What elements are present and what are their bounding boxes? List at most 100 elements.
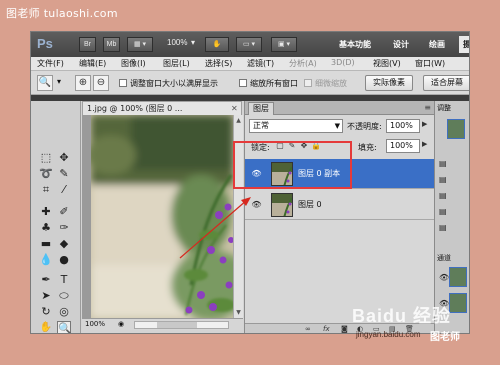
quick-select-tool-icon[interactable]: ✎	[57, 167, 71, 181]
layers-panel-header: 图层 ≡	[245, 101, 435, 115]
site-watermark: 图老师 tulaoshi.com	[6, 7, 118, 20]
list-item-icon[interactable]: ▤	[439, 191, 447, 200]
menu-3d[interactable]: 3D(D)	[331, 58, 355, 67]
mask-icon[interactable]: ◙	[341, 325, 348, 333]
menu-file[interactable]: 文件(F)	[37, 58, 64, 69]
workspace-photo[interactable]: 摄	[459, 36, 469, 53]
menu-view[interactable]: 视图(V)	[373, 58, 401, 69]
layer-name[interactable]: 图层 0	[298, 199, 322, 210]
document-status-bar: 100% ◉	[82, 318, 243, 330]
opacity-slider-icon[interactable]: ▶	[422, 120, 427, 128]
layers-tab[interactable]: 图层	[248, 102, 274, 115]
blend-mode-value: 正常	[253, 121, 269, 130]
pen-tool-icon[interactable]: ✒	[39, 273, 53, 287]
fill-input[interactable]: 100%	[386, 139, 420, 153]
list-item-icon[interactable]: ▤	[439, 207, 447, 216]
bridge-button[interactable]: Br	[79, 37, 96, 52]
hand-tool-icon[interactable]: ✋	[39, 321, 53, 333]
visibility-eye-icon[interactable]: 👁	[250, 198, 263, 211]
adjustments-tab[interactable]: 调整	[437, 103, 451, 113]
status-info-icon[interactable]: ◉	[118, 320, 124, 328]
list-item-icon[interactable]: ▤	[439, 159, 447, 168]
move-tool-icon[interactable]: ✥	[57, 151, 71, 165]
channel-thumbnail[interactable]	[449, 293, 467, 313]
opacity-label: 不透明度:	[347, 122, 382, 131]
eyedropper-tool-icon[interactable]: ⁄	[57, 183, 71, 197]
titlebar-zoom[interactable]: 100%	[167, 38, 187, 47]
brush-tool-icon[interactable]: ✐	[57, 205, 71, 219]
panel-menu-icon[interactable]: ≡	[424, 103, 431, 112]
workspace-basic[interactable]: 基本功能	[339, 39, 371, 50]
document-tab[interactable]: 1.jpg @ 100% (图层 0 ...	[82, 101, 242, 115]
channel-thumbnail[interactable]	[449, 267, 467, 287]
shape-tool-icon[interactable]: ⬭	[57, 289, 71, 303]
fit-screen-button[interactable]: 适合屏幕	[423, 75, 469, 91]
document-canvas[interactable]	[91, 115, 233, 318]
zoom-all-label: 缩放所有窗口	[250, 79, 298, 88]
crop-tool-icon[interactable]: ⌗	[39, 183, 53, 197]
eraser-tool-icon[interactable]: ▬	[39, 237, 53, 251]
menu-analysis[interactable]: 分析(A)	[289, 58, 317, 69]
fill-slider-icon[interactable]: ▶	[422, 140, 427, 148]
zoom-tool-icon[interactable]: 🔍	[57, 321, 72, 333]
zoom-dropdown-icon[interactable]: ▾	[191, 38, 195, 47]
status-zoom[interactable]: 100%	[85, 320, 105, 328]
dodge-tool-icon[interactable]: ●	[57, 253, 71, 267]
clone-stamp-tool-icon[interactable]: ♣	[39, 221, 53, 235]
paint-bucket-tool-icon[interactable]: ◆	[57, 237, 71, 251]
link-icon[interactable]: ∞	[305, 325, 311, 333]
zoom-tool-preset-icon[interactable]: 🔍	[37, 75, 53, 91]
menu-bar: 文件(F) 编辑(E) 图像(I) 图层(L) 选择(S) 滤镜(T) 分析(A…	[31, 57, 469, 71]
layers-panel: 图层 ≡ 正常 ▼ 不透明度: 100% ▶ 锁定: ▢ ✎ ✥ 🔒 填充: 1…	[244, 101, 435, 333]
zoom-in-icon[interactable]: ⊕	[75, 75, 91, 91]
layer-thumbnail	[271, 193, 293, 217]
close-icon[interactable]: ✕	[231, 104, 238, 113]
workspace-paint[interactable]: 绘画	[429, 39, 445, 50]
menu-layer[interactable]: 图层(L)	[163, 58, 190, 69]
resize-window-checkbox[interactable]	[119, 79, 127, 87]
horizontal-scrollbar[interactable]	[134, 321, 229, 329]
hand-tool-button[interactable]: ✋	[205, 37, 229, 52]
fx-icon[interactable]: fx	[323, 325, 330, 333]
type-tool-icon[interactable]: T	[57, 273, 71, 287]
tools-panel: ⬚ ✥ ➰ ✎ ⌗ ⁄ ✚ ✐ ♣ ✑ ▬ ◆ 💧 ● ✒ T ➤ ⬭ ↻ ◎ …	[31, 101, 81, 333]
list-item-icon[interactable]: ▤	[439, 223, 447, 232]
path-select-tool-icon[interactable]: ➤	[39, 289, 53, 303]
3d-orbit-tool-icon[interactable]: ◎	[57, 305, 71, 319]
fill-label: 填充:	[358, 143, 377, 152]
history-brush-tool-icon[interactable]: ✑	[57, 221, 71, 235]
view-extras-button[interactable]: ▦ ▾	[127, 37, 153, 52]
blend-mode-select[interactable]: 正常 ▼	[249, 119, 343, 133]
workspace-design[interactable]: 设计	[393, 39, 409, 50]
screen-mode-button[interactable]: ▣ ▾	[271, 37, 297, 52]
arrange-docs-button[interactable]: ▭ ▾	[236, 37, 262, 52]
adjustment-thumbnail[interactable]	[447, 119, 465, 139]
canvas-gutter	[82, 115, 91, 318]
blur-tool-icon[interactable]: 💧	[39, 253, 53, 267]
zoom-out-icon[interactable]: ⊖	[93, 75, 109, 91]
scroll-up-icon[interactable]: ▲	[235, 117, 242, 124]
actual-pixels-button[interactable]: 实际像素	[365, 75, 413, 91]
menu-edit[interactable]: 编辑(E)	[79, 58, 106, 69]
mini-bridge-button[interactable]: Mb	[103, 37, 120, 52]
menu-image[interactable]: 图像(I)	[121, 58, 146, 69]
preset-dropdown-icon[interactable]: ▾	[57, 77, 61, 86]
layer-row-original[interactable]: 👁 图层 0	[245, 190, 435, 220]
resize-window-label: 调整窗口大小以满屏显示	[130, 79, 218, 88]
visibility-eye-icon[interactable]: 👁	[439, 273, 449, 282]
opacity-input[interactable]: 100%	[386, 119, 420, 133]
menu-select[interactable]: 选择(S)	[205, 58, 232, 69]
menu-filter[interactable]: 滤镜(T)	[247, 58, 274, 69]
3d-rotate-tool-icon[interactable]: ↻	[39, 305, 53, 319]
menu-window[interactable]: 窗口(W)	[415, 58, 445, 69]
zoom-all-checkbox[interactable]	[239, 79, 247, 87]
channels-tab[interactable]: 通道	[437, 253, 451, 263]
baidu-url-watermark: jingyan.baidu.com	[356, 330, 421, 339]
list-item-icon[interactable]: ▤	[439, 175, 447, 184]
marquee-tool-icon[interactable]: ⬚	[39, 151, 53, 165]
healing-brush-tool-icon[interactable]: ✚	[39, 205, 53, 219]
horizontal-scroll-thumb[interactable]	[157, 322, 197, 328]
scrubby-zoom-checkbox[interactable]	[304, 79, 312, 87]
scroll-down-icon[interactable]: ▼	[235, 309, 242, 316]
lasso-tool-icon[interactable]: ➰	[39, 167, 53, 181]
